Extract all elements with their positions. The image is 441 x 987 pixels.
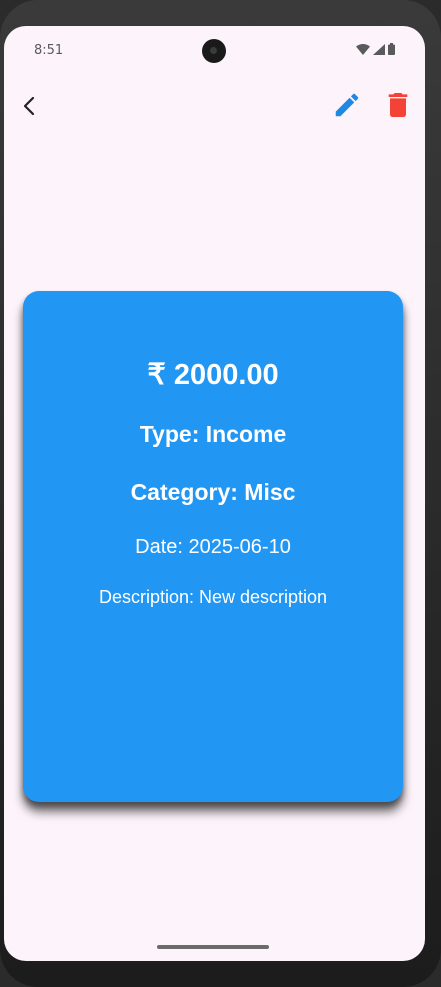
trash-icon <box>388 93 408 117</box>
signal-icon <box>373 43 385 55</box>
delete-button[interactable] <box>382 88 414 122</box>
transaction-category: Category: Misc <box>130 479 296 505</box>
transaction-card: ₹ 2000.00 Type: Income Category: Misc Da… <box>23 291 403 802</box>
wifi-icon <box>356 43 370 55</box>
camera-cutout <box>202 39 226 63</box>
back-button[interactable] <box>14 90 46 122</box>
status-bar: 8:51 <box>4 26 425 72</box>
screen: 8:51 ₹ 2000.00 Type: Income Category: Mi… <box>4 26 425 961</box>
chevron-left-icon <box>23 96 35 116</box>
edit-button[interactable] <box>332 90 362 120</box>
transaction-date: Date: 2025-06-10 <box>135 536 291 558</box>
transaction-type: Type: Income <box>139 421 287 447</box>
device-frame: 8:51 ₹ 2000.00 Type: Income Category: Mi… <box>0 0 441 987</box>
pencil-icon <box>335 93 359 117</box>
transaction-amount: ₹ 2000.00 <box>147 359 279 391</box>
transaction-description: Description: New description <box>98 587 328 607</box>
battery-icon <box>388 43 395 55</box>
home-indicator[interactable] <box>157 945 269 949</box>
status-icons <box>356 43 395 55</box>
status-time: 8:51 <box>34 43 64 58</box>
